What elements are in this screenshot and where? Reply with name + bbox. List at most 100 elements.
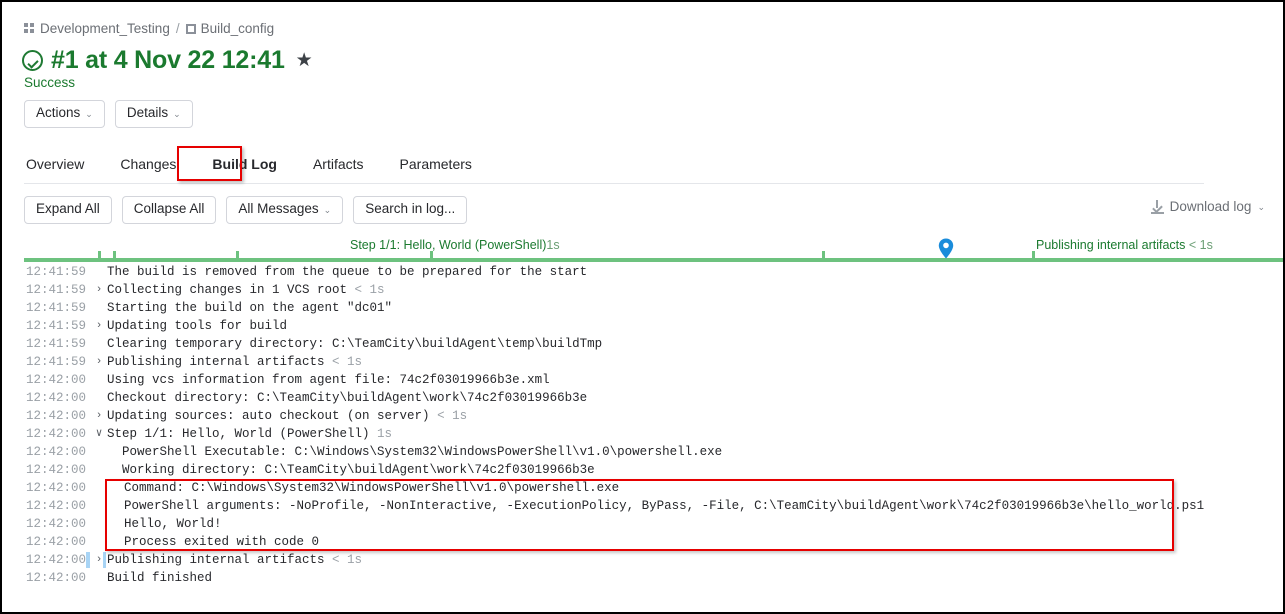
log-line[interactable]: 12:42:00 › Updating sources: auto checkout… [2,407,1283,425]
log-message: Checkout directory: C:\TeamCity\buildAge… [107,391,588,405]
log-timestamp: 12:42:00 [26,373,87,387]
collapse-all-button[interactable]: Collapse All [121,196,217,224]
page-title: #1 at 4 Nov 22 12:41 ★ [22,46,313,75]
chevron-down-icon: ⌄ [173,108,181,119]
search-in-log-label: Search in log... [365,201,456,216]
breadcrumb-config[interactable]: Build_config [201,21,275,36]
message-filter-button[interactable]: All Messages ⌄ [226,196,344,224]
log-line[interactable]: 12:42:00 Build finished [2,569,1283,587]
log-line[interactable]: 12:42:00 Working directory: C:\TeamCity\b… [2,461,1283,479]
chevron-right-icon[interactable]: › [94,551,104,569]
log-duration: < 1s [332,355,363,369]
log-line[interactable]: 12:42:00 Process exited with code 0 [2,533,1283,551]
timeline-tick [98,251,101,258]
log-message: Updating tools for build [107,319,288,333]
search-in-log-button[interactable]: Search in log... [353,196,468,224]
log-line[interactable]: 12:42:00 Command: C:\Windows\System32\Win… [2,479,1283,497]
details-button-label: Details [126,105,169,120]
chevron-right-icon[interactable]: › [94,407,104,425]
log-timestamp: 12:41:59 [26,337,87,351]
tab-changes[interactable]: Changes [102,152,194,181]
log-timestamp: 12:42:00 [26,409,87,423]
log-line[interactable]: 12:42:00 PowerShell arguments: -NoProfile… [2,497,1283,515]
download-log-button[interactable]: Download log ⌄ [1150,199,1265,214]
star-icon[interactable]: ★ [296,49,313,72]
check-circle-icon [22,50,43,71]
log-message: Publishing internal artifacts < 1s [107,355,363,369]
chevron-down-icon: ⌄ [1257,202,1265,212]
chevron-right-icon[interactable]: › [94,317,104,335]
log-timestamp: 12:41:59 [26,301,87,315]
breadcrumb-project[interactable]: Development_Testing [40,21,170,36]
action-button-row: Actions ⌄ Details ⌄ [24,100,193,128]
build-log-page: Development_Testing / Build_config #1 at… [0,0,1285,614]
log-line[interactable]: 12:41:59 Starting the build on the agent … [2,299,1283,317]
log-message: Starting the build on the agent "dc01" [107,301,393,315]
timeline-label-publishing: Publishing internal artifacts < 1s [1036,238,1213,252]
log-line[interactable]: 12:41:59 › Collecting changes in 1 VCS roo… [2,281,1283,299]
log-toolbar: Expand All Collapse All All Messages ⌄ S… [24,196,468,224]
log-duration: < 1s [437,409,468,423]
timeline-label-publishing-duration: < 1s [1188,238,1213,252]
timeline-tick [236,251,239,258]
log-message: Updating sources: auto checkout (on serv… [107,409,468,423]
build-title-text: #1 at 4 Nov 22 12:41 [51,46,285,74]
log-message: Collecting changes in 1 VCS root < 1s [107,283,385,297]
log-message: Working directory: C:\TeamCity\buildAgen… [122,463,595,477]
log-line[interactable]: 12:42:00 ∨ Step 1/1: Hello, World (PowerSh… [2,425,1283,443]
timeline-label-step-duration: 1s [546,238,560,252]
chevron-down-icon: ⌄ [85,108,93,119]
location-pin-icon[interactable] [938,238,954,259]
log-timestamp: 12:41:59 [26,355,87,369]
log-message: Hello, World! [124,517,222,531]
log-line[interactable]: 12:42:00 Hello, World! [2,515,1283,533]
expand-all-button[interactable]: Expand All [24,196,112,224]
log-timestamp: 12:42:00 [26,445,87,459]
build-timeline[interactable]: Step 1/1: Hello, World (PowerShell)1s Pu… [2,234,1283,262]
log-duration: < 1s [332,553,363,567]
actions-button[interactable]: Actions ⌄ [24,100,105,128]
breadcrumb: Development_Testing / Build_config [24,21,274,36]
log-message: Command: C:\Windows\System32\WindowsPowe… [124,481,620,495]
tab-artifacts[interactable]: Artifacts [295,152,382,181]
log-message: Process exited with code 0 [124,535,320,549]
chevron-down-icon[interactable]: ∨ [94,425,104,443]
tab-overview[interactable]: Overview [24,152,102,181]
log-message: Clearing temporary directory: C:\TeamCit… [107,337,603,351]
log-timestamp: 12:42:00 [26,391,87,405]
log-timestamp: 12:41:59 [26,265,87,279]
log-line[interactable]: 12:41:59 Clearing temporary directory: C:… [2,335,1283,353]
tab-bar: Overview Changes Build Log Artifacts Par… [24,152,1204,181]
log-timestamp: 12:42:00 [26,571,87,585]
chevron-down-icon: ⌄ [323,204,332,215]
square-icon [185,23,196,34]
log-message: Step 1/1: Hello, World (PowerShell) 1s [107,427,393,441]
log-line[interactable]: 12:42:00 Checkout directory: C:\TeamCity\… [2,389,1283,407]
log-line[interactable]: 12:42:00 PowerShell Executable: C:\Window… [2,443,1283,461]
message-filter-label: All Messages [238,201,319,216]
timeline-bar [24,258,1283,262]
chevron-right-icon[interactable]: › [94,353,104,371]
timeline-label-publishing-text: Publishing internal artifacts [1036,238,1186,252]
details-button[interactable]: Details ⌄ [114,100,193,128]
chevron-right-icon[interactable]: › [94,281,104,299]
log-timestamp: 12:42:00 [26,553,87,567]
log-timestamp: 12:42:00 [26,481,87,495]
log-duration: 1s [377,427,393,441]
status-badge: Success [24,75,76,90]
tab-parameters[interactable]: Parameters [382,152,490,181]
log-line[interactable]: 12:41:59 › Updating tools for build [2,317,1283,335]
tab-build-log[interactable]: Build Log [194,152,295,181]
build-log-output[interactable]: 12:41:59 The build is removed from the qu… [2,263,1283,612]
log-line[interactable]: 12:41:59 The build is removed from the qu… [2,263,1283,281]
log-message: Publishing internal artifacts < 1s [107,553,363,567]
log-line[interactable]: 12:41:59 › Publishing internal artifacts <… [2,353,1283,371]
breadcrumb-separator: / [175,21,180,36]
log-message: Build finished [107,571,213,585]
log-timestamp: 12:41:59 [26,283,87,297]
download-icon [1150,199,1164,214]
log-line[interactable]: 12:42:00 › Publishing internal artifacts <… [2,551,1283,569]
log-line[interactable]: 12:42:00 Using vcs information from agent… [2,371,1283,389]
log-message: PowerShell Executable: C:\Windows\System… [122,445,723,459]
log-message: PowerShell arguments: -NoProfile, -NonIn… [124,499,1205,513]
